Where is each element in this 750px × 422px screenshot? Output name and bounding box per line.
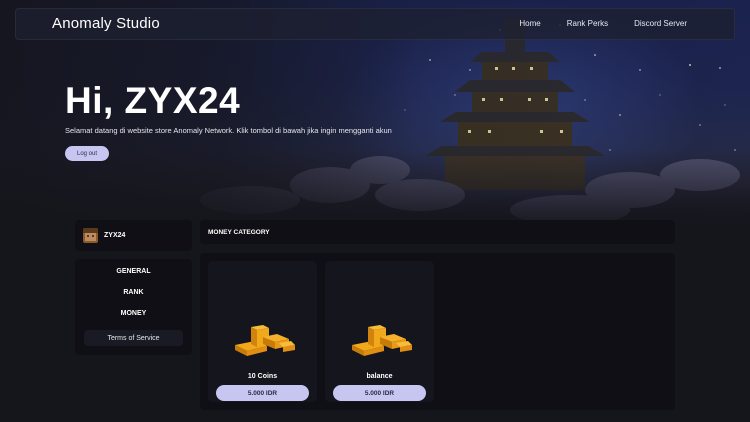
sidebar-item-general[interactable]: GENERAL bbox=[75, 268, 192, 275]
sidebar-item-money[interactable]: MONEY bbox=[75, 310, 192, 317]
logout-button[interactable]: Log out bbox=[65, 146, 109, 161]
product-name: 10 Coins bbox=[247, 373, 278, 380]
price-button[interactable]: 5.000 IDR bbox=[216, 385, 309, 401]
nav-links: Home Rank Perks Discord Server bbox=[493, 19, 687, 28]
welcome-text: Selamat datang di website store Anomaly … bbox=[65, 126, 392, 135]
sidebar-item-rank[interactable]: RANK bbox=[75, 289, 192, 296]
category-title: MONEY CATEGORY bbox=[208, 229, 270, 236]
navbar: Anomaly Studio Home Rank Perks Discord S… bbox=[15, 8, 735, 40]
price-button[interactable]: 5.000 IDR bbox=[333, 385, 426, 401]
product-card[interactable]: 10 Coins 5.000 IDR bbox=[208, 261, 317, 402]
profile-username: ZYX24 bbox=[104, 232, 126, 239]
gold-coins-icon bbox=[352, 325, 412, 356]
page: Anomaly Studio Home Rank Perks Discord S… bbox=[0, 0, 750, 422]
player-head-icon bbox=[83, 228, 98, 243]
category-sidebar: GENERAL RANK MONEY Terms of Service bbox=[75, 259, 192, 355]
terms-of-service-button[interactable]: Terms of Service bbox=[84, 330, 183, 346]
nav-link-rank-perks[interactable]: Rank Perks bbox=[567, 19, 608, 28]
nav-link-discord-server[interactable]: Discord Server bbox=[634, 19, 687, 28]
brand-logo[interactable]: Anomaly Studio bbox=[52, 15, 160, 32]
product-grid: 10 Coins 5.000 IDR balance 5.000 IDR bbox=[200, 253, 675, 410]
nav-link-home[interactable]: Home bbox=[519, 19, 540, 28]
gold-coins-icon bbox=[235, 325, 295, 356]
profile-card: ZYX24 bbox=[75, 220, 192, 251]
product-name: balance bbox=[366, 373, 393, 380]
product-card[interactable]: balance 5.000 IDR bbox=[325, 261, 434, 402]
greeting-heading: Hi, ZYX24 bbox=[65, 80, 241, 121]
category-header: MONEY CATEGORY bbox=[200, 220, 675, 244]
